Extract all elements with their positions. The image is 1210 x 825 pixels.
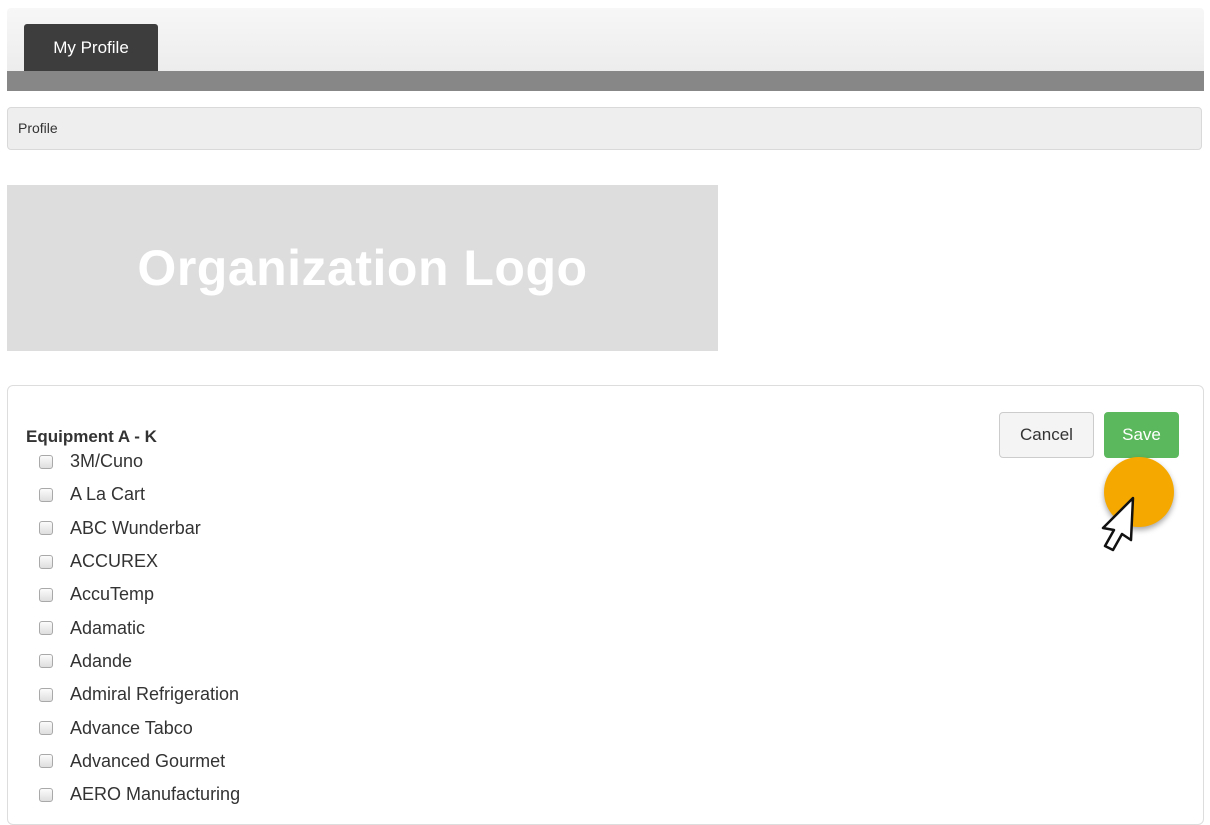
equipment-panel: Equipment A - K 3M/Cuno A La Cart ABC Wu…	[7, 385, 1204, 825]
equipment-label[interactable]: AERO Manufacturing	[70, 784, 240, 805]
list-item: Advanced Gourmet	[39, 745, 240, 778]
equipment-checklist: 3M/Cuno A La Cart ABC Wunderbar ACCUREX …	[39, 451, 240, 818]
logo-text: Organization Logo	[137, 240, 588, 296]
breadcrumb-item-profile[interactable]: Profile	[18, 120, 58, 136]
equipment-label[interactable]: 3M/Cuno	[70, 451, 143, 472]
equipment-checkbox[interactable]	[39, 687, 53, 702]
equipment-checkbox[interactable]	[39, 454, 53, 469]
equipment-checkbox[interactable]	[39, 787, 53, 802]
equipment-checkbox[interactable]	[39, 621, 53, 636]
list-item: Admiral Refrigeration	[39, 678, 240, 711]
equipment-label[interactable]: A La Cart	[70, 484, 145, 505]
equipment-label[interactable]: Advance Tabco	[70, 718, 193, 739]
equipment-checkbox[interactable]	[39, 487, 53, 502]
organization-logo: Organization Logo	[7, 185, 718, 351]
list-item: ABC Wunderbar	[39, 512, 240, 545]
equipment-label[interactable]: Adamatic	[70, 618, 145, 639]
list-item: 3M/Cuno	[39, 445, 240, 478]
equipment-checkbox[interactable]	[39, 654, 53, 669]
equipment-label[interactable]: Admiral Refrigeration	[70, 684, 239, 705]
tab-my-profile[interactable]: My Profile	[24, 24, 158, 71]
equipment-label[interactable]: ABC Wunderbar	[70, 518, 201, 539]
list-item: AccuTemp	[39, 578, 240, 611]
equipment-checkbox[interactable]	[39, 521, 53, 536]
breadcrumb: Profile	[7, 107, 1202, 150]
cancel-button[interactable]: Cancel	[999, 412, 1094, 458]
equipment-label[interactable]: Advanced Gourmet	[70, 751, 225, 772]
equipment-checkbox[interactable]	[39, 721, 53, 736]
equipment-section-title: Equipment A - K	[26, 427, 157, 446]
arrow-cursor-icon	[1101, 496, 1135, 552]
equipment-label[interactable]: AccuTemp	[70, 584, 154, 605]
list-item: A La Cart	[39, 478, 240, 511]
equipment-checkbox[interactable]	[39, 554, 53, 569]
save-button[interactable]: Save	[1104, 412, 1179, 458]
equipment-label[interactable]: ACCUREX	[70, 551, 158, 572]
equipment-label[interactable]: Adande	[70, 651, 132, 672]
list-item: ACCUREX	[39, 545, 240, 578]
list-item: Advance Tabco	[39, 711, 240, 744]
nav-strip	[7, 71, 1204, 91]
list-item: AERO Manufacturing	[39, 778, 240, 811]
list-item: Adamatic	[39, 611, 240, 644]
equipment-checkbox[interactable]	[39, 587, 53, 602]
top-navigation-bar: My Profile	[7, 8, 1204, 91]
list-item: Adande	[39, 645, 240, 678]
equipment-checkbox[interactable]	[39, 754, 53, 769]
